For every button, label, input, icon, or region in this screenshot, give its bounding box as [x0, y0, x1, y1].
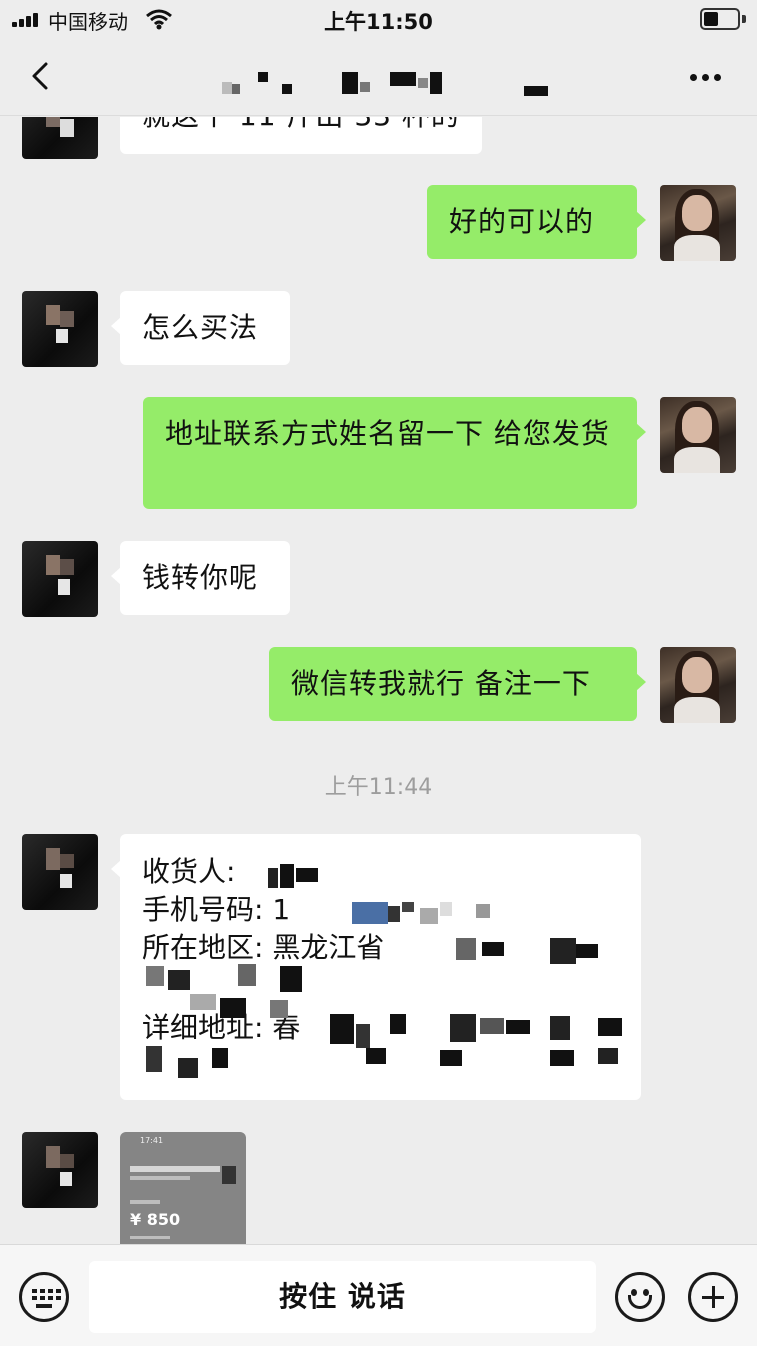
- chat-header: [0, 40, 757, 116]
- avatar[interactable]: [660, 185, 736, 261]
- timestamp: 上午11:44: [324, 775, 433, 800]
- status-time: 上午11:50: [324, 10, 433, 34]
- thumb-amount: ¥ 850: [130, 1210, 181, 1229]
- recipient-label: 收货人:: [142, 855, 236, 888]
- message-text: 好的可以的: [449, 205, 595, 238]
- message-text: 怎么买法: [142, 311, 259, 344]
- avatar[interactable]: [22, 291, 98, 367]
- avatar[interactable]: [660, 397, 736, 473]
- status-bar: 中国移动 上午11:50: [0, 0, 757, 40]
- chat-messages[interactable]: 就这个 11 斤出 33 杯的 好的可以的 怎么买法 地址联系方式姓名留一下 给…: [0, 117, 757, 1244]
- message-text: 微信转我就行 备注一下: [291, 667, 591, 700]
- message-bubble[interactable]: 地址联系方式姓名留一下 给您发货: [143, 397, 646, 509]
- avatar[interactable]: [22, 1132, 98, 1208]
- emoji-icon[interactable]: [615, 1272, 665, 1322]
- chevron-left-icon[interactable]: [22, 56, 62, 96]
- input-bar: 按住 说话: [0, 1244, 757, 1346]
- plus-icon[interactable]: [688, 1272, 738, 1322]
- phone-label: 手机号码: 1: [142, 893, 291, 926]
- message-text: 钱转你呢: [142, 561, 259, 594]
- avatar[interactable]: [22, 117, 98, 159]
- message-bubble[interactable]: 怎么买法: [111, 291, 290, 365]
- payment-screenshot-image[interactable]: 17:41 ¥ 850: [120, 1132, 246, 1244]
- avatar[interactable]: [22, 541, 98, 617]
- address-message[interactable]: 收货人: 手机号码: 1 所在地区: 黑龙江省 详细地址: 春: [111, 834, 641, 1100]
- thumb-status-time: 17:41: [140, 1136, 164, 1145]
- hold-to-talk-button[interactable]: 按住 说话: [89, 1261, 596, 1333]
- avatar[interactable]: [660, 647, 736, 723]
- message-bubble[interactable]: 钱转你呢: [111, 541, 290, 615]
- region-label: 所在地区: 黑龙江省: [142, 931, 385, 964]
- more-dots-icon[interactable]: [684, 58, 728, 98]
- battery-icon: [700, 8, 748, 30]
- message-text: 就这个 11 斤出 33 杯的: [142, 117, 460, 132]
- chat-title-pixelated: [210, 70, 570, 100]
- message-bubble[interactable]: 微信转我就行 备注一下: [269, 647, 646, 721]
- avatar[interactable]: [22, 834, 98, 910]
- keyboard-icon[interactable]: [19, 1272, 69, 1322]
- message-text: 地址联系方式姓名留一下 给您发货: [165, 417, 610, 450]
- message-bubble[interactable]: 就这个 11 斤出 33 杯的: [120, 117, 482, 154]
- message-bubble[interactable]: 好的可以的: [427, 185, 646, 259]
